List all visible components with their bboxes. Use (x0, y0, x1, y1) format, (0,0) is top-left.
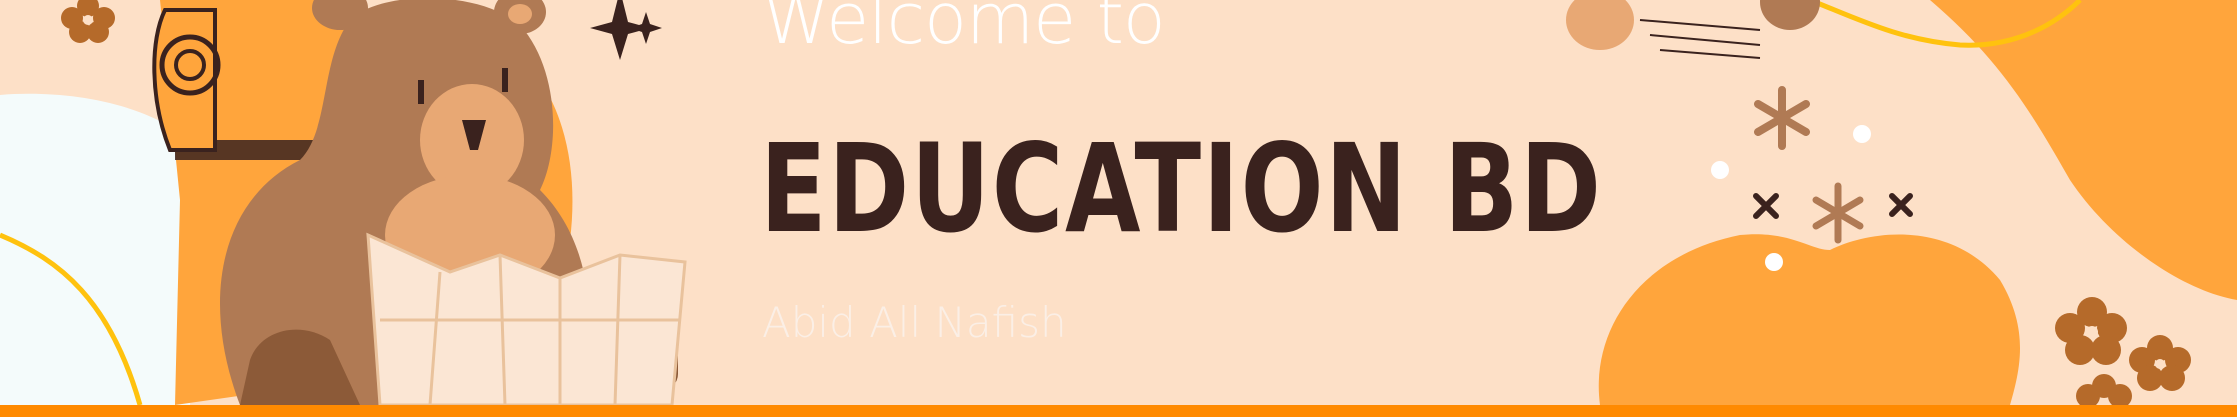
welcome-text: Welcome to (762, 0, 1166, 60)
bottom-accent-bar (0, 405, 2237, 417)
flower-icon-right (2055, 297, 2191, 405)
author-name: Abid All Nafish (762, 298, 1067, 347)
flower-icon (61, 0, 115, 43)
hero-banner: Welcome to EDUCATION BD Abid All Nafish (0, 0, 2237, 405)
asterisk-icon-2 (1812, 182, 1864, 244)
page-title: EDUCATION BD (760, 118, 1603, 260)
heart-blob (1598, 234, 2020, 405)
mushroom-illustration (1566, 0, 1820, 59)
asterisk-icon (1754, 86, 1810, 150)
sparkle-icon-small (630, 12, 662, 44)
